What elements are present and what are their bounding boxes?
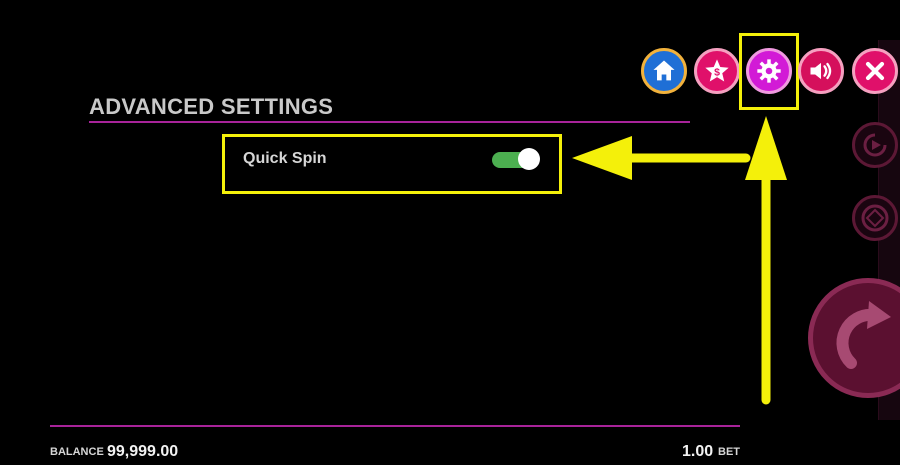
bet-label: BET: [718, 446, 740, 458]
star-dollar-icon: $: [705, 59, 729, 82]
balance-label: BALANCE: [50, 446, 104, 458]
bet-value: 1.00: [682, 443, 714, 460]
spin-button[interactable]: [808, 278, 900, 398]
autoplay-button[interactable]: [852, 122, 898, 168]
sound-button[interactable]: [798, 48, 844, 94]
speaker-icon: [810, 62, 832, 80]
spin-arrow-icon: [836, 301, 891, 369]
close-button[interactable]: [852, 48, 898, 94]
svg-text:$: $: [714, 67, 720, 79]
bet-chip-button[interactable]: [852, 195, 898, 241]
balance-value: 99,999.00: [107, 443, 179, 460]
promo-button[interactable]: $: [694, 48, 740, 94]
home-icon: [653, 60, 675, 81]
footer-divider: [50, 425, 740, 427]
close-icon: [865, 61, 885, 81]
autoplay-icon: [863, 133, 887, 157]
chip-icon: [861, 204, 889, 232]
settings-highlight-box: [739, 33, 799, 110]
home-button[interactable]: [641, 48, 687, 94]
